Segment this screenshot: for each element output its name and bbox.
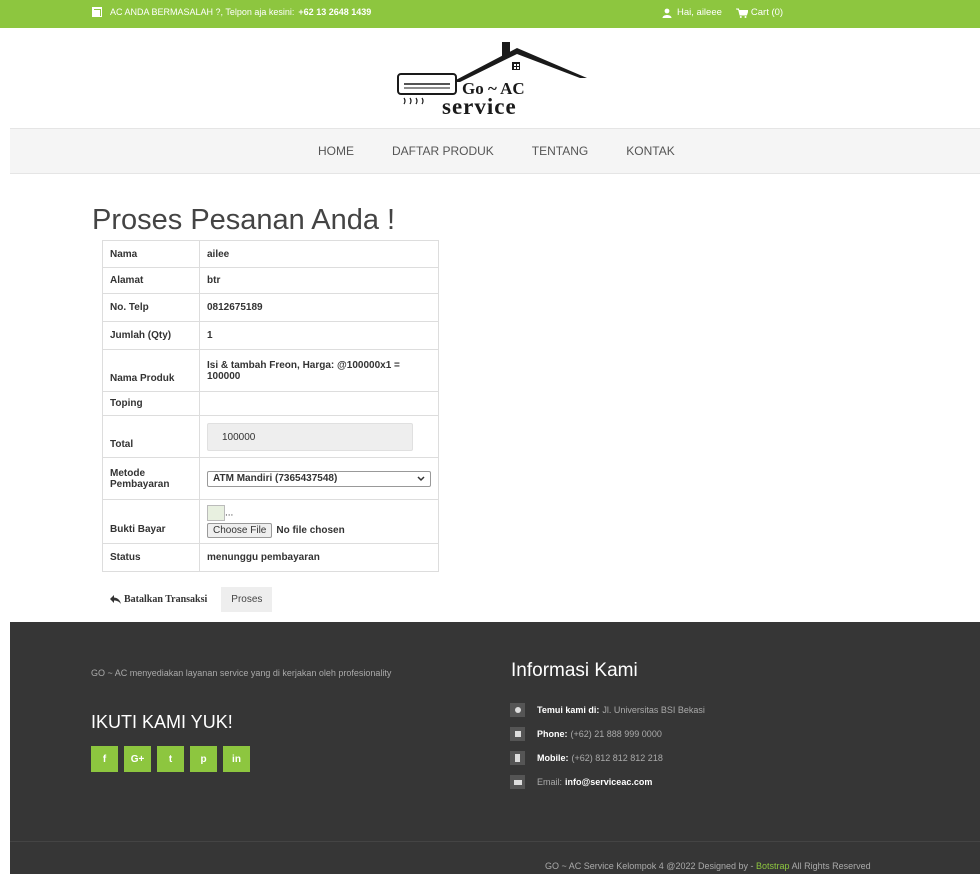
choose-file-button[interactable]: Choose File — [207, 523, 273, 538]
notice-text: AC ANDA BERMASALAH ?, Telpon aja kesini: — [110, 7, 295, 17]
email-label: Email: — [537, 777, 563, 787]
payment-method-value: ATM Mandiri (7365437548) — [213, 473, 338, 484]
toping-value — [199, 391, 439, 416]
copyright-pre: GO ~ AC Service Kelompok 4 @2022 Designe… — [545, 861, 754, 871]
site-logo[interactable]: Go ~ AC service — [382, 42, 592, 120]
address-label: Temui kami di: — [537, 705, 600, 715]
table-row: Total 100000 — [102, 415, 439, 458]
alamat-label: Alamat — [102, 267, 200, 294]
bukti-label: Bukti Bayar — [102, 499, 200, 544]
nama-value: ailee — [199, 240, 439, 268]
total-field: 100000 — [207, 422, 413, 451]
logo-text-line2: service — [442, 94, 517, 119]
envelope-icon — [510, 775, 525, 789]
page-title: Proses Pesanan Anda ! — [92, 204, 396, 236]
nav-home[interactable]: HOME — [318, 144, 354, 158]
phone-icon — [510, 727, 525, 741]
facebook-icon[interactable]: f — [91, 746, 118, 772]
status-label: Status — [102, 543, 200, 572]
google-plus-icon[interactable]: G+ — [124, 746, 151, 772]
table-row: Nama ailee — [102, 240, 439, 268]
table-row: No. Telp 0812675189 — [102, 293, 439, 322]
nav-kontak[interactable]: KONTAK — [626, 144, 674, 158]
twitter-icon[interactable]: t — [157, 746, 184, 772]
address-value: Jl. Universitas BSI Bekasi — [602, 705, 705, 715]
proses-button[interactable]: Proses — [221, 587, 273, 612]
copyright-brand-link[interactable]: Botstrap — [756, 861, 790, 871]
metode-label: Metode Pembayaran — [102, 457, 200, 500]
email-link[interactable]: info@serviceac.com — [565, 777, 652, 787]
follow-title: IKUTI KAMI YUK! — [91, 712, 233, 732]
broken-image-icon — [207, 505, 225, 521]
telp-label: No. Telp — [102, 293, 200, 322]
linkedin-icon[interactable]: in — [223, 746, 250, 772]
toping-label: Toping — [102, 391, 200, 416]
produk-label: Nama Produk — [102, 349, 200, 392]
cart-icon — [735, 8, 748, 18]
logo-graphic: Go ~ AC service — [397, 42, 587, 119]
nama-label: Nama — [102, 240, 200, 268]
map-marker-icon — [510, 703, 525, 717]
payment-method-select[interactable]: ATM Mandiri (7365437548) — [207, 470, 431, 487]
produk-value: Isi & tambah Freon, Harga: @100000x1 = 1… — [199, 349, 439, 392]
phone-label: Phone: — [537, 729, 568, 739]
user-icon — [662, 8, 672, 18]
info-email: Email: info@serviceac.com — [510, 770, 705, 794]
footer-description: GO ~ AC menyediakan layanan service yang… — [91, 668, 392, 678]
table-row: Nama Produk Isi & tambah Freon, Harga: @… — [102, 349, 439, 392]
mobile-value: (+62) 812 812 812 218 — [571, 753, 663, 763]
footer-divider — [10, 841, 980, 842]
bukti-image-alt: ... — [225, 507, 234, 519]
chevron-down-icon — [417, 475, 425, 481]
mobile-label: Mobile: — [537, 753, 569, 763]
reply-icon — [110, 595, 121, 604]
info-list: Temui kami di: Jl. Universitas BSI Bekas… — [510, 698, 705, 794]
copyright-post: All Rights Reserved — [791, 861, 871, 871]
cancel-label: Batalkan Transaksi — [124, 594, 208, 605]
alamat-value: btr — [199, 267, 439, 294]
table-row: Jumlah (Qty) 1 — [102, 321, 439, 350]
info-phone: Phone: (+62) 21 888 999 0000 — [510, 722, 705, 746]
top-user-area: Hai, aileee Cart (0) — [662, 7, 797, 18]
social-links: f G+ t p in — [91, 746, 256, 772]
table-row: Status menunggu pembayaran — [102, 543, 439, 572]
info-mobile: Mobile: (+62) 812 812 812 218 — [510, 746, 705, 770]
table-row: Bukti Bayar ... Choose File No file chose… — [102, 499, 439, 544]
telp-value: 0812675189 — [199, 293, 439, 322]
copyright: GO ~ AC Service Kelompok 4 @2022 Designe… — [545, 861, 871, 871]
phone-square-icon — [92, 7, 102, 17]
user-greeting: Hai, aileee — [677, 7, 722, 18]
notice-phone: +62 13 2648 1439 — [298, 7, 372, 17]
mobile-icon — [510, 751, 525, 765]
cart-link[interactable]: Cart (0) — [735, 7, 784, 18]
footer: GO ~ AC menyediakan layanan service yang… — [10, 622, 980, 874]
table-row: Toping — [102, 391, 439, 416]
order-table: Nama ailee Alamat btr No. Telp 081267518… — [102, 240, 439, 572]
main-nav: HOME DAFTAR PRODUK TENTANG KONTAK — [10, 128, 980, 174]
qty-label: Jumlah (Qty) — [102, 321, 200, 350]
info-title: Informasi Kami — [511, 660, 638, 681]
cancel-transaction-button[interactable]: Batalkan Transaksi — [102, 594, 221, 605]
pinterest-icon[interactable]: p — [190, 746, 217, 772]
status-value: menunggu pembayaran — [199, 543, 439, 572]
table-row: Metode Pembayaran ATM Mandiri (736543754… — [102, 457, 439, 500]
file-status: No file chosen — [276, 525, 345, 536]
info-address: Temui kami di: Jl. Universitas BSI Bekas… — [510, 698, 705, 722]
table-row: Alamat btr — [102, 267, 439, 294]
qty-value: 1 — [199, 321, 439, 350]
cart-label: Cart (0) — [750, 7, 784, 18]
nav-tentang[interactable]: TENTANG — [532, 144, 588, 158]
nav-daftar-produk[interactable]: DAFTAR PRODUK — [392, 144, 494, 158]
user-greeting-link[interactable]: Hai, aileee — [662, 7, 722, 18]
action-bar: Batalkan Transaksi Proses — [102, 587, 273, 612]
top-bar: AC ANDA BERMASALAH ?, Telpon aja kesini:… — [0, 0, 980, 28]
phone-value: (+62) 21 888 999 0000 — [570, 729, 662, 739]
top-notice: AC ANDA BERMASALAH ?, Telpon aja kesini:… — [92, 7, 371, 17]
total-label: Total — [102, 415, 200, 458]
